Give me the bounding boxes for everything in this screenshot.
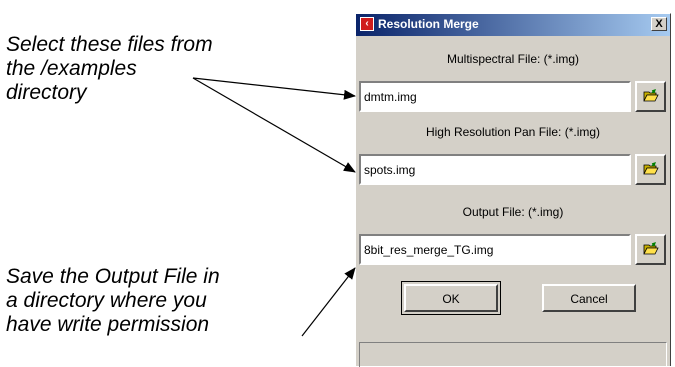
- folder-open-icon: [643, 89, 659, 102]
- folder-open-icon: [643, 162, 659, 175]
- resolution-merge-dialog: ‹ Resolution Merge X Multispectral File:…: [355, 13, 671, 367]
- annotation-line: a directory where you: [6, 289, 207, 312]
- app-icon[interactable]: ‹: [360, 17, 374, 31]
- output-file-label: Output File: (*.img): [462, 205, 564, 219]
- annotation-save-output: Save the Output File in a directory wher…: [6, 265, 220, 337]
- multispectral-browse-button[interactable]: [635, 81, 666, 112]
- output-browse-button[interactable]: [635, 234, 666, 265]
- multispectral-file-label: Multispectral File: (*.img): [446, 52, 580, 66]
- annotation-line: directory: [6, 81, 87, 104]
- annotation-line: have write permission: [6, 313, 210, 336]
- arrow-to-output: [301, 267, 356, 337]
- annotation-line: Save the Output File in: [6, 265, 220, 288]
- arrow-to-multispectral: [192, 77, 356, 100]
- high-res-pan-file-input[interactable]: [359, 154, 631, 185]
- folder-open-icon: [643, 242, 659, 255]
- annotation-line: Select these files from: [6, 33, 213, 56]
- high-res-browse-button[interactable]: [635, 154, 666, 185]
- cancel-button[interactable]: Cancel: [542, 284, 636, 312]
- arrow-to-high-res: [192, 77, 356, 173]
- annotation-line: the /examples: [6, 57, 137, 80]
- status-bar: [359, 342, 667, 367]
- ok-button[interactable]: OK: [404, 284, 498, 312]
- multispectral-file-input[interactable]: [359, 81, 631, 112]
- output-file-input[interactable]: [359, 234, 631, 265]
- high-res-pan-file-label: High Resolution Pan File: (*.img): [425, 125, 601, 139]
- annotation-select-files: Select these files from the /examples di…: [6, 33, 213, 105]
- close-button[interactable]: X: [651, 17, 667, 31]
- dialog-title: Resolution Merge: [378, 17, 479, 31]
- title-bar[interactable]: ‹ Resolution Merge X: [356, 14, 670, 36]
